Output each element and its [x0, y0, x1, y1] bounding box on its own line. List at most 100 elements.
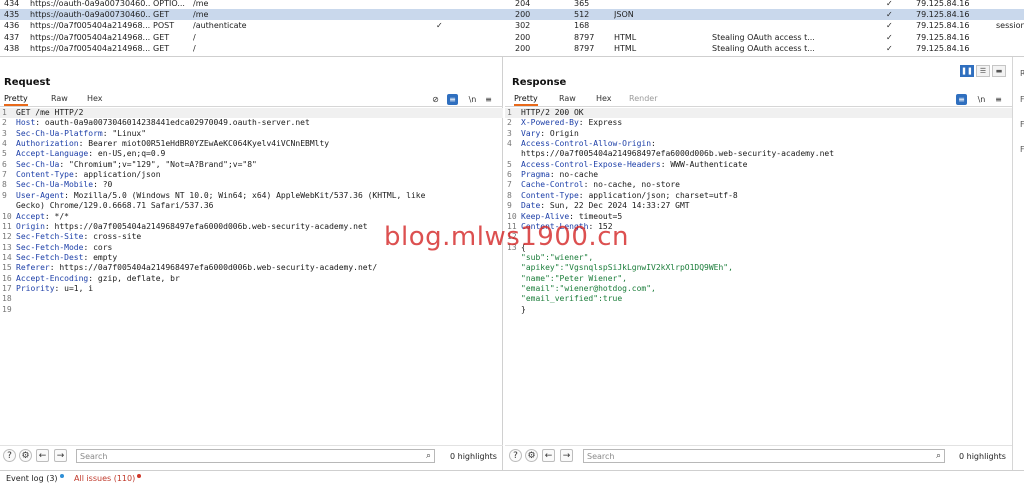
- side-item[interactable]: F: [1020, 95, 1024, 104]
- header-name: Sec-Ch-Ua-Platform: [16, 128, 103, 138]
- response-line: 13 {: [505, 243, 1012, 253]
- header-name: User-Agent: [16, 190, 65, 200]
- history-cell-host: https://oauth-0a9a00730460...: [30, 10, 150, 20]
- history-cell-url: /: [193, 43, 196, 53]
- request-search-field[interactable]: ⌕: [76, 449, 435, 463]
- header-value: WWW-Authenticate: [665, 159, 748, 169]
- response-tab-render[interactable]: Render: [629, 93, 657, 106]
- side-item[interactable]: F: [1020, 145, 1024, 154]
- line-content: GET /me HTTP/2: [16, 108, 84, 117]
- header-value: timeout=5: [574, 211, 623, 221]
- response-line: 7 Cache-Control: no-cache, no-store: [505, 180, 1012, 190]
- line-number: 9: [2, 190, 7, 200]
- side-item[interactable]: F: [1020, 120, 1024, 129]
- pretty-print-icon[interactable]: ≡: [956, 94, 967, 105]
- header-name: Sec-Ch-Ua: [16, 159, 60, 169]
- history-cell-title: Stealing OAuth access t...: [712, 43, 814, 53]
- pretty-print-icon[interactable]: ≡: [447, 94, 458, 105]
- line-text: "apikey":"VgsnqlspSiJkLgnwIV2kXlrpO1DQ9W…: [521, 263, 733, 273]
- line-number: 13: [507, 242, 517, 252]
- line-number: 10: [2, 211, 12, 221]
- line-number: 6: [507, 170, 512, 180]
- history-row[interactable]: 435 https://oauth-0a9a00730460... GET/me 20…: [0, 9, 1024, 21]
- history-cell-status: 302: [515, 21, 531, 31]
- history-cell-status: 200: [515, 10, 531, 20]
- line-number: 7: [507, 180, 512, 190]
- header-name: Access-Control-Expose-Headers: [521, 159, 661, 169]
- history-cell-param: ✓: [436, 21, 443, 31]
- response-line: 9 Date: Sun, 22 Dec 2024 14:33:27 GMT: [505, 201, 1012, 211]
- settings-gear-icon[interactable]: ⚙: [19, 449, 32, 462]
- request-tab-hex[interactable]: Hex: [87, 93, 103, 106]
- event-log-link[interactable]: Event log (3): [6, 474, 64, 483]
- request-tab-raw[interactable]: Raw: [51, 93, 68, 106]
- history-row[interactable]: 438 https://0a7f005404a214968... GET / 200 87…: [0, 43, 1024, 54]
- layout-side-by-side-icon[interactable]: ❚❚: [960, 65, 974, 77]
- header-name: Sec-Fetch-Site: [16, 232, 84, 242]
- history-row[interactable]: 434 https://oauth-0a9a00730460... OPTIO...…: [0, 0, 1024, 9]
- response-search-field[interactable]: ⌕: [583, 449, 945, 463]
- arrow-right-icon[interactable]: →: [54, 449, 67, 462]
- layout-horizontal-icon[interactable]: ☰: [976, 65, 990, 77]
- line-text: Gecko) Chrome/129.0.6668.71 Safari/537.3…: [16, 201, 213, 211]
- hide-eye-icon[interactable]: ⊘: [430, 94, 441, 105]
- history-cell-tls: ✓: [886, 32, 893, 42]
- request-tab-pretty[interactable]: Pretty: [4, 93, 28, 106]
- request-highlights-count: 0 highlights: [450, 452, 497, 461]
- history-cell-host: https://0a7f005404a214968...: [30, 43, 150, 53]
- line-number: 11: [507, 221, 517, 231]
- response-tab-pretty[interactable]: Pretty: [514, 93, 538, 106]
- settings-gear-icon[interactable]: ⚙: [525, 449, 538, 462]
- header-value: ?0: [97, 180, 113, 190]
- header-value: u=1, i: [59, 283, 94, 293]
- history-cell-cookies: [996, 43, 1024, 54]
- line-text: https://0a7f005404a214968497efa6000d006b…: [521, 149, 834, 159]
- history-row[interactable]: 436 https://0a7f005404a214968... POST/auth…: [0, 20, 1024, 31]
- request-editor[interactable]: 1 GET /me HTTP/2 2 Host: oauth-0a9a00730460…: [0, 108, 503, 438]
- header-value: Sun, 22 Dec 2024 14:33:27 GMT: [545, 201, 690, 211]
- all-issues-link[interactable]: All issues (110): [74, 474, 142, 483]
- layout-tabs-icon[interactable]: ▬: [992, 65, 1006, 77]
- response-tab-hex[interactable]: Hex: [596, 93, 612, 106]
- response-tabs: Pretty Raw Hex Render: [505, 93, 1012, 106]
- history-row[interactable]: 437 https://0a7f005404a214968... GET / 200 87…: [0, 32, 1024, 43]
- header-value: "Chromium";v="129", "Not=A?Brand";v="8": [64, 159, 257, 169]
- newline-icon[interactable]: \n: [976, 94, 987, 105]
- header-value: application/json: [78, 170, 161, 180]
- menu-icon[interactable]: ≡: [483, 94, 494, 105]
- newline-icon[interactable]: \n: [467, 94, 478, 105]
- help-icon[interactable]: ?: [509, 449, 522, 462]
- request-line: 13 Sec-Fetch-Mode: cors: [0, 243, 503, 253]
- history-cell-status: 200: [515, 43, 531, 53]
- history-cell-length: 512: [574, 10, 590, 20]
- header-value: "Linux": [107, 128, 147, 138]
- line-content: }: [521, 304, 526, 314]
- arrow-left-icon[interactable]: ←: [36, 449, 49, 462]
- header-value: cross-site: [88, 232, 142, 242]
- history-cell-tls: ✓: [886, 10, 893, 20]
- line-number: 10: [507, 211, 517, 221]
- response-pane: Response ❚❚ ☰ ▬ Pretty Raw Hex Render ≡ \n …: [505, 57, 1012, 470]
- request-line: 11 Origin: https://0a7f005404a214968497ef…: [0, 222, 503, 232]
- response-editor[interactable]: 1 HTTP/2 200 OK 2 X-Powered-By: Express 3 Var…: [505, 108, 1012, 438]
- response-tab-divider: [505, 106, 1012, 107]
- header-value: en-US,en;q=0.9: [93, 149, 166, 159]
- response-line: "sub":"wiener",: [505, 253, 1012, 263]
- history-cell-ip: 79.125.84.16: [916, 0, 970, 8]
- history-cell-param: [436, 32, 448, 43]
- arrow-left-icon[interactable]: ←: [542, 449, 555, 462]
- side-item[interactable]: R: [1020, 69, 1024, 78]
- history-cell-id: 438: [4, 43, 20, 53]
- request-line: 6 Sec-Ch-Ua: "Chromium";v="129", "Not=A?B…: [0, 160, 503, 170]
- response-tab-raw[interactable]: Raw: [559, 93, 576, 106]
- response-search-input[interactable]: [584, 450, 944, 462]
- line-text: }: [521, 305, 526, 315]
- menu-icon[interactable]: ≡: [993, 94, 1004, 105]
- arrow-right-icon[interactable]: →: [560, 449, 573, 462]
- history-cell-status: 200: [515, 32, 531, 42]
- header-name: Sec-Fetch-Dest: [16, 252, 84, 262]
- response-line: 12: [505, 232, 1012, 242]
- history-cell-id: 434: [4, 0, 20, 8]
- help-icon[interactable]: ?: [3, 449, 16, 462]
- request-search-input[interactable]: [77, 450, 434, 462]
